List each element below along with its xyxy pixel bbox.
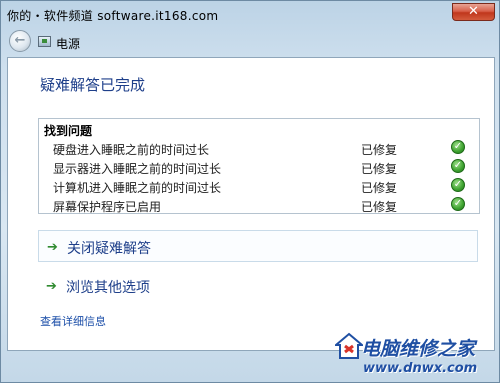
problem-label: 硬盘进入睡眠之前的时间过长	[53, 143, 210, 157]
breadcrumb: 电源	[56, 37, 81, 51]
check-icon: ✓	[451, 159, 465, 173]
logo-url: www.dnwx.com	[363, 361, 478, 376]
close-icon: ✕	[468, 4, 479, 19]
check-icon: ✓	[451, 178, 465, 192]
power-options-icon	[38, 36, 51, 47]
explore-other-options-link[interactable]: ➔ 浏览其他选项	[38, 270, 478, 302]
problem-row: 硬盘进入睡眠之前的时间过长 已修复 ✓	[39, 139, 479, 157]
site-logo: 电脑维修之家 www.dnwx.com	[331, 326, 499, 382]
problem-label: 计算机进入睡眠之前的时间过长	[53, 181, 222, 195]
close-troubleshooter-link[interactable]: ➔ 关闭疑难解答	[38, 230, 478, 262]
green-arrow-icon: ➔	[47, 240, 58, 255]
problem-status: 已修复	[361, 181, 398, 195]
problem-row: 屏幕保护程序已启用 已修复 ✓	[39, 196, 479, 214]
close-button[interactable]: ✕	[452, 3, 495, 21]
problem-label: 显示器进入睡眠之前的时间过长	[53, 162, 222, 176]
problem-status: 已修复	[361, 200, 398, 214]
command-label: 关闭疑难解答	[67, 241, 151, 257]
problem-status: 已修复	[361, 162, 398, 176]
command-label: 浏览其他选项	[66, 280, 150, 296]
problem-row: 显示器进入睡眠之前的时间过长 已修复 ✓	[39, 158, 479, 176]
problems-found-box: 找到问题 硬盘进入睡眠之前的时间过长 已修复 ✓ 显示器进入睡眠之前的时间过长 …	[38, 118, 480, 214]
house-icon	[335, 332, 363, 359]
problem-row: 计算机进入睡眠之前的时间过长 已修复 ✓	[39, 177, 479, 195]
logo-name: 电脑维修之家	[361, 338, 476, 360]
content-pane: 疑难解答已完成 找到问题 硬盘进入睡眠之前的时间过长 已修复 ✓ 显示器进入睡眠…	[7, 57, 495, 351]
view-details-link[interactable]: 查看详细信息	[40, 313, 106, 329]
title-bar: 你的・软件频道 software.it168.com ✕	[1, 1, 500, 29]
check-icon: ✓	[451, 140, 465, 154]
top-watermark: 你的・软件频道 software.it168.com	[7, 9, 219, 23]
problems-header: 找到问题	[44, 124, 93, 138]
check-icon: ✓	[451, 197, 465, 211]
navigation-bar: ← 电源	[1, 29, 500, 55]
back-button[interactable]: ←	[9, 30, 31, 52]
page-title: 疑难解答已完成	[40, 76, 146, 94]
green-arrow-icon: ➔	[46, 279, 57, 294]
problem-label: 屏幕保护程序已启用	[53, 200, 162, 214]
window-frame: 你的・软件频道 software.it168.com ✕ ← 电源 疑难解答已完…	[0, 0, 500, 383]
back-arrow-icon: ←	[14, 33, 26, 48]
problem-status: 已修复	[361, 143, 398, 157]
